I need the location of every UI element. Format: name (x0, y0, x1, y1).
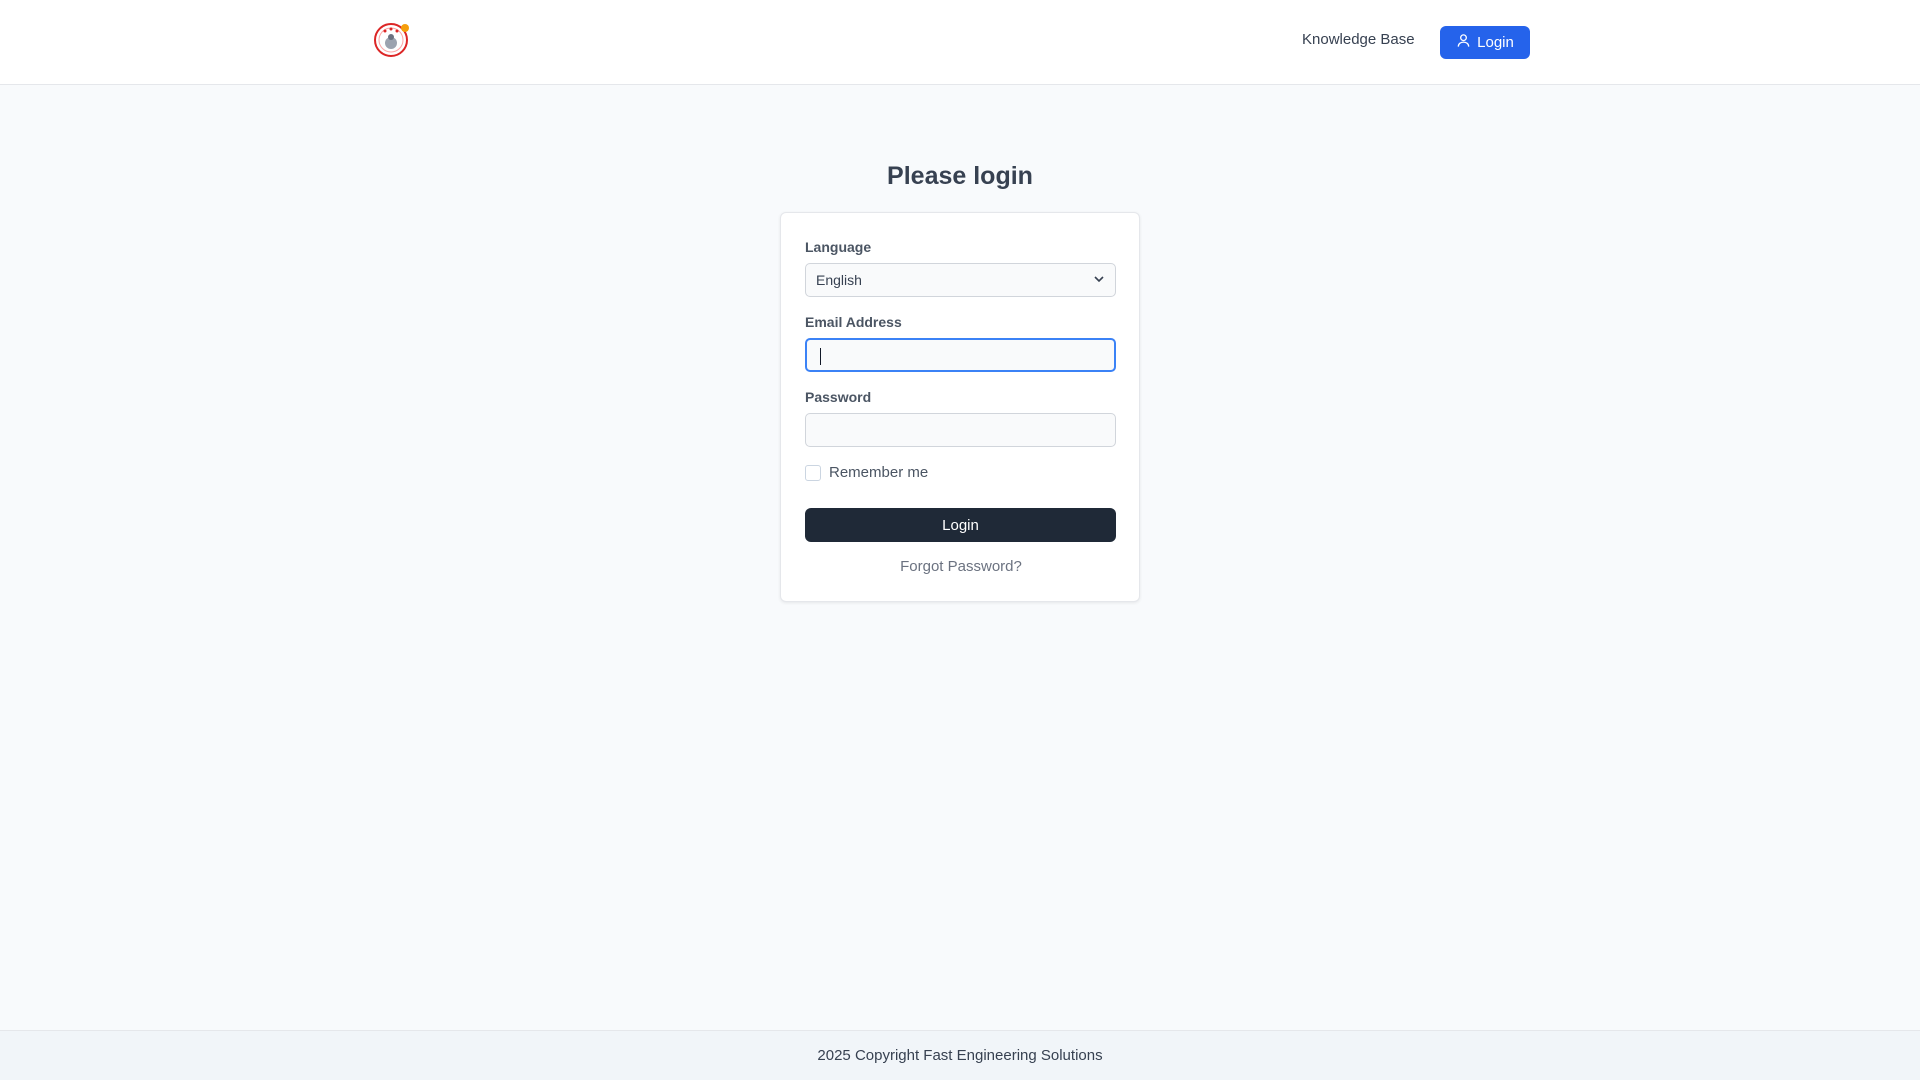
language-selected-value: English (816, 272, 862, 288)
text-cursor (820, 348, 821, 365)
user-icon (1456, 33, 1471, 52)
language-select[interactable]: English (805, 263, 1116, 297)
page-title: Please login (887, 162, 1033, 190)
password-label: Password (805, 389, 872, 405)
email-field[interactable] (805, 338, 1116, 372)
login-submit-button[interactable]: Login (805, 508, 1116, 542)
password-field[interactable] (805, 413, 1116, 447)
header-login-label: Login (1477, 34, 1514, 51)
remember-me-label: Remember me (829, 464, 929, 481)
company-logo-icon[interactable] (373, 20, 411, 58)
chevron-down-icon (1093, 272, 1105, 288)
top-navbar: Knowledge Base Login (0, 0, 1920, 85)
header-login-button[interactable]: Login (1440, 26, 1530, 59)
knowledge-base-link[interactable]: Knowledge Base (1302, 31, 1415, 48)
forgot-password-link[interactable]: Forgot Password? (781, 558, 1141, 575)
email-label: Email Address (805, 314, 902, 330)
copyright-text: 2025 Copyright Fast Engineering Solution… (817, 1047, 1103, 1064)
language-label: Language (805, 239, 872, 255)
footer: 2025 Copyright Fast Engineering Solution… (0, 1030, 1920, 1080)
remember-me-row[interactable]: Remember me (805, 464, 928, 481)
login-card: Language English Email Address Password … (780, 212, 1140, 602)
remember-me-checkbox[interactable] (805, 464, 821, 481)
